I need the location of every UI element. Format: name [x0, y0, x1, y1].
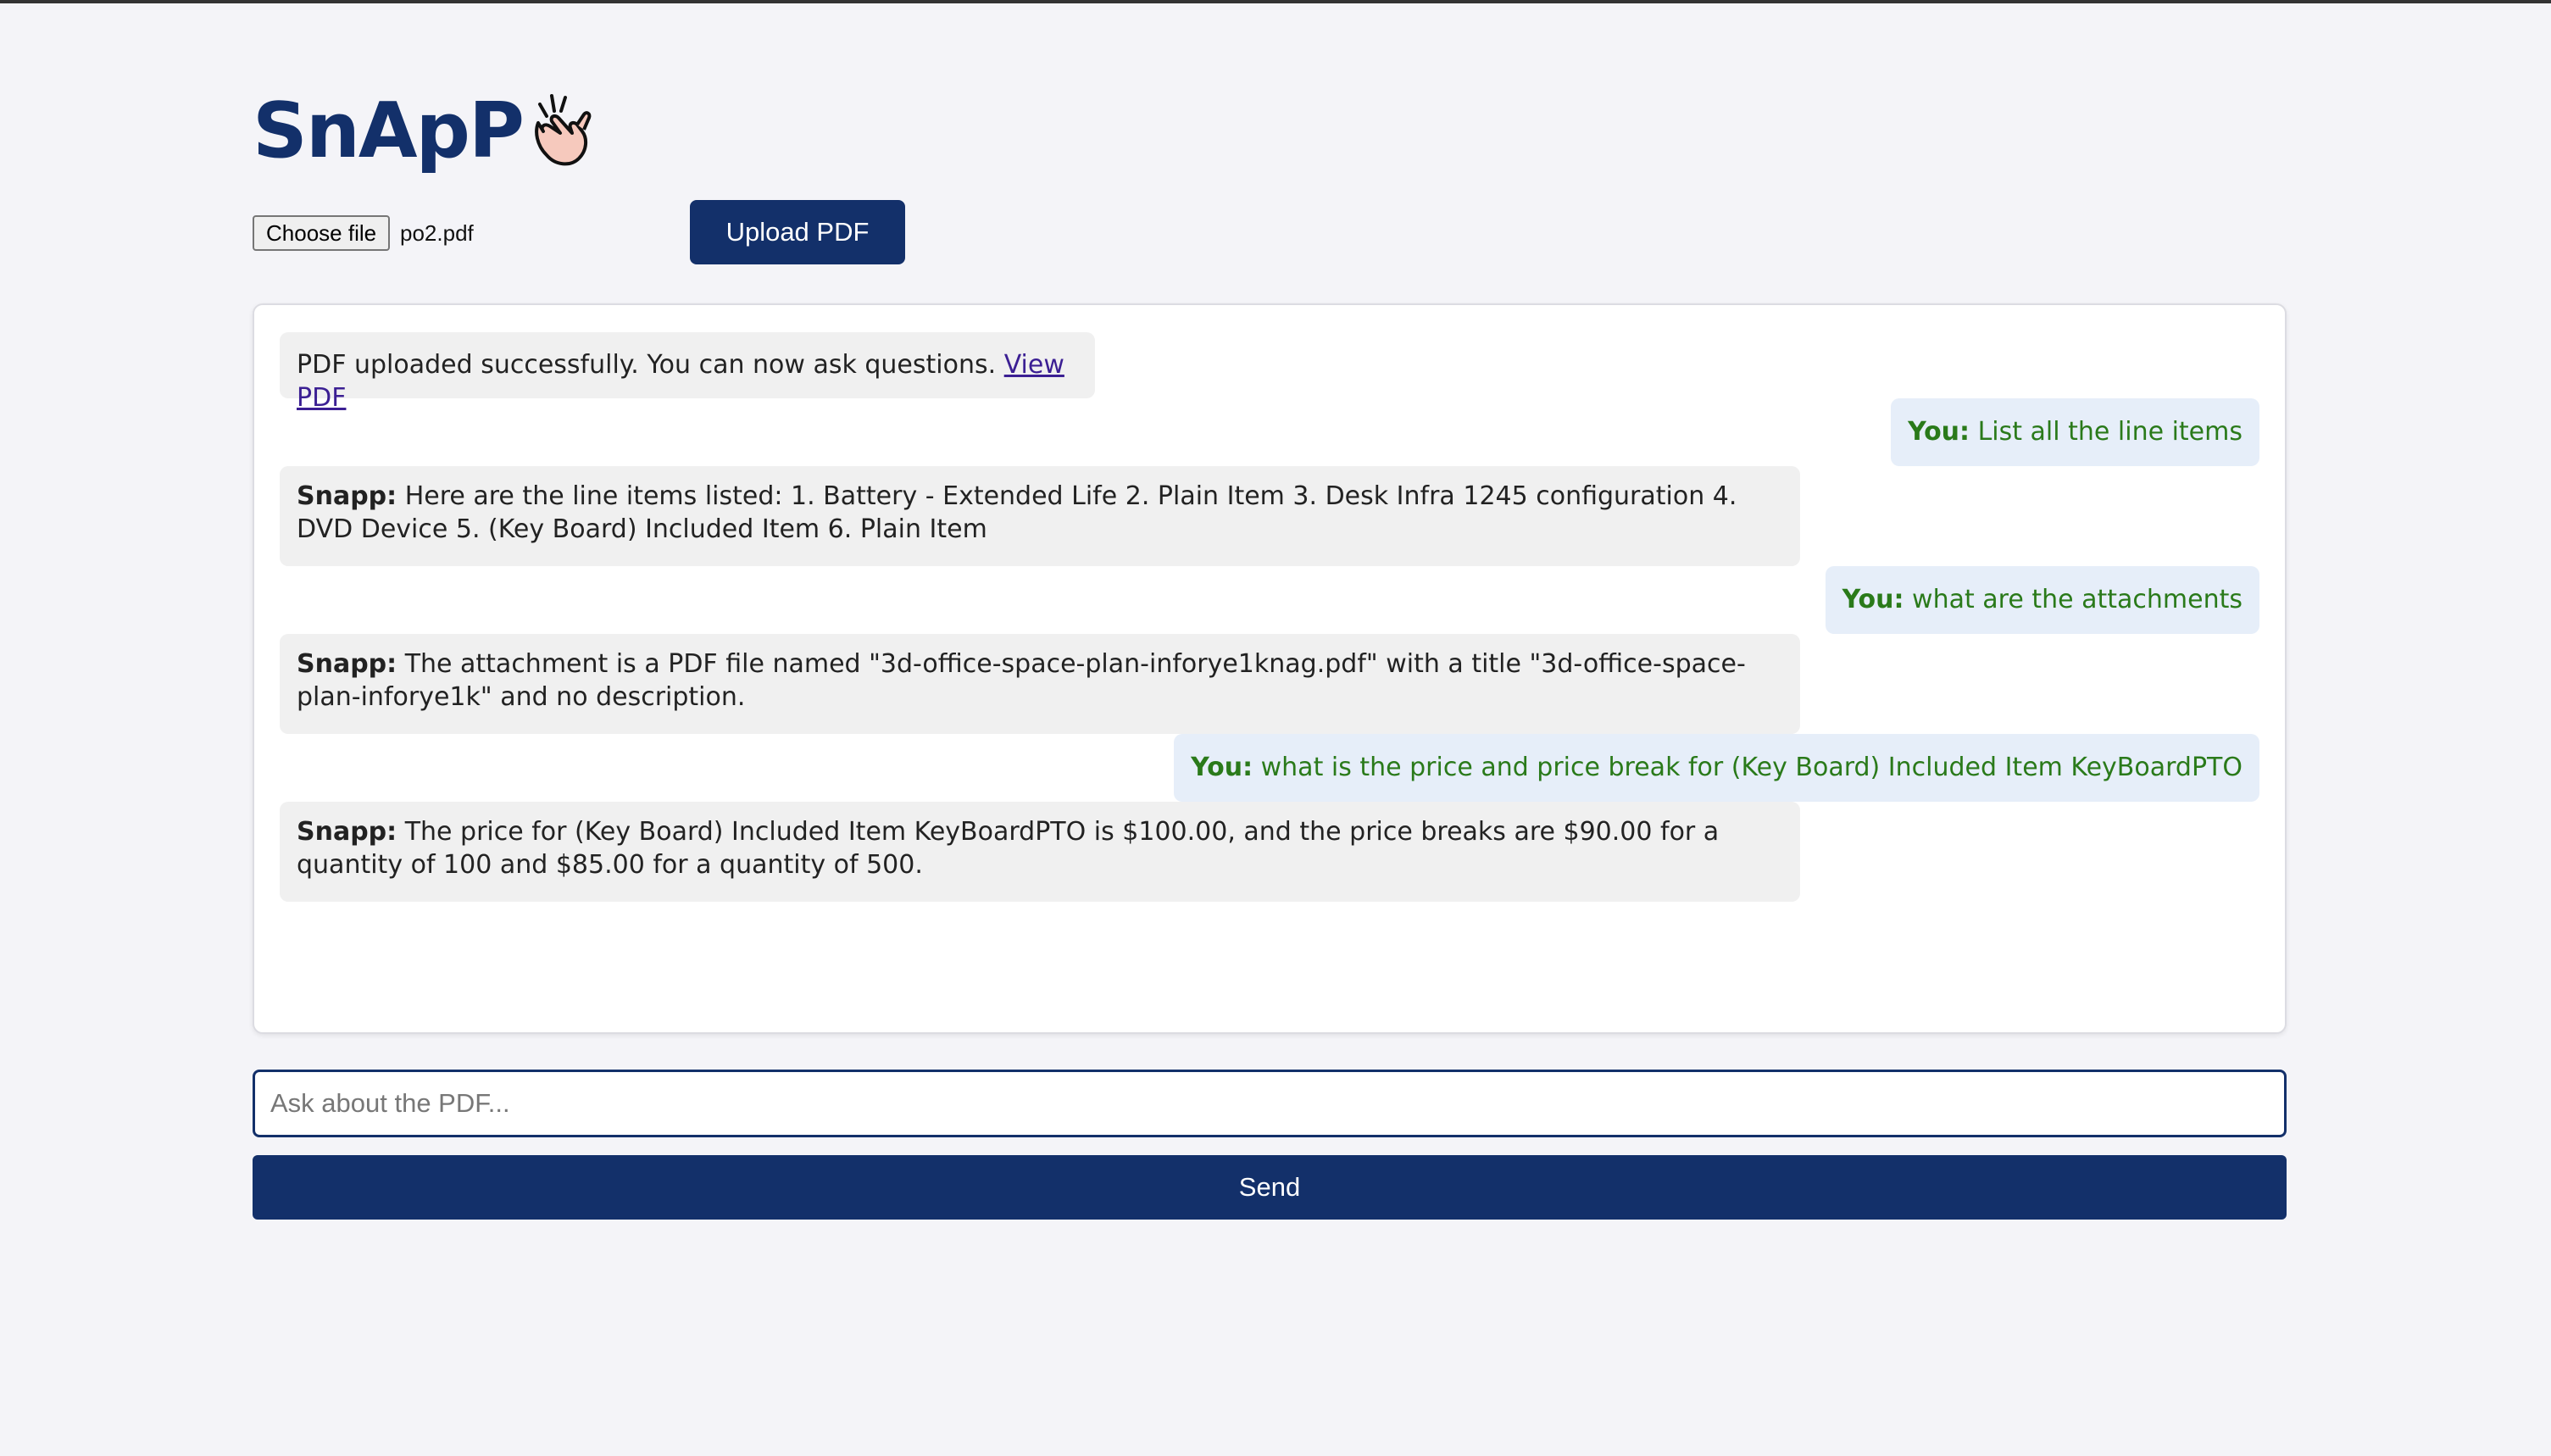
user-speaker-label: You:: [1842, 585, 1904, 614]
bot-message: Snapp: The price for (Key Board) Include…: [280, 802, 1800, 902]
selected-file-name: po2.pdf: [400, 220, 474, 246]
user-message: You: what is the price and price break f…: [1174, 734, 2259, 802]
send-button[interactable]: Send: [253, 1155, 2287, 1220]
user-message: You: List all the line items: [1891, 398, 2259, 466]
app-header: SnApP: [253, 85, 594, 178]
bot-speaker-label: Snapp:: [297, 817, 397, 847]
bot-speaker-label: Snapp:: [297, 481, 397, 511]
user-message-text: List all the line items: [1970, 417, 2243, 447]
user-speaker-label: You:: [1191, 753, 1253, 782]
upload-pdf-button[interactable]: Upload PDF: [690, 200, 905, 264]
bot-speaker-label: Snapp:: [297, 649, 397, 679]
system-message: PDF uploaded successfully. You can now a…: [280, 332, 1095, 413]
user-message: You: what are the attachments: [1825, 566, 2259, 634]
user-message-text: what is the price and price break for (K…: [1253, 753, 2243, 782]
user-speaker-label: You:: [1908, 417, 1970, 447]
system-message-text: PDF uploaded successfully. You can now a…: [297, 350, 1004, 380]
chat-window[interactable]: PDF uploaded successfully. You can now a…: [253, 303, 2287, 1034]
choose-file-button[interactable]: Choose file: [253, 215, 391, 251]
bot-message-text: The attachment is a PDF file named "3d-o…: [297, 649, 1746, 712]
ask-input[interactable]: [253, 1070, 2287, 1137]
bot-message-text: The price for (Key Board) Included Item …: [297, 817, 1720, 880]
bot-message: Snapp: The attachment is a PDF file name…: [280, 634, 1800, 734]
snapping-fingers-icon: [535, 94, 592, 166]
top-border: [0, 0, 2551, 3]
upload-row: Choose file po2.pdf Upload PDF: [253, 200, 1270, 264]
app-logo-title: SnApP: [253, 86, 525, 175]
bot-message-text: Here are the line items listed: 1. Batte…: [297, 481, 1737, 544]
bot-message: Snapp: Here are the line items listed: 1…: [280, 466, 1800, 566]
user-message-text: what are the attachments: [1904, 585, 2243, 614]
